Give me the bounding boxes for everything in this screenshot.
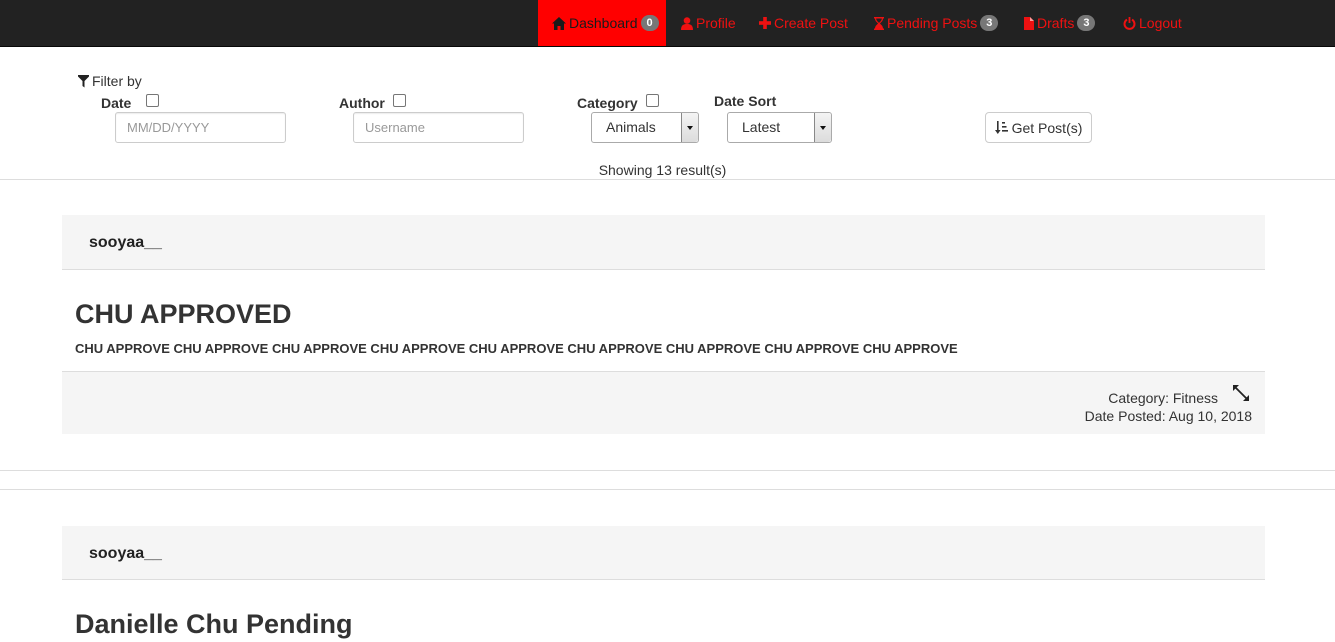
user-icon <box>681 16 693 30</box>
nav-pending-posts-label: Pending Posts <box>887 15 978 31</box>
post-date: Date Posted: Aug 10, 2018 <box>1084 408 1252 424</box>
category-filter-label: Category <box>577 95 638 111</box>
power-icon <box>1123 16 1136 30</box>
nav-dashboard-label: Dashboard <box>569 15 638 31</box>
get-posts-button[interactable]: Get Post(s) <box>985 112 1092 143</box>
chevron-down-icon <box>681 113 698 142</box>
divider <box>0 179 1335 180</box>
post-title: CHU APPROVED <box>75 299 292 329</box>
expand-icon[interactable] <box>1232 384 1250 405</box>
nav-create-post-label: Create Post <box>774 15 848 31</box>
date-filter-checkbox[interactable] <box>146 94 159 107</box>
top-navbar: Dashboard 0 Profile Create Post Pending … <box>0 0 1335 47</box>
date-filter-label: Date <box>101 95 132 111</box>
file-icon <box>1024 16 1034 30</box>
category-select[interactable]: Animals <box>591 112 699 143</box>
author-filter-checkbox[interactable] <box>393 94 406 107</box>
pending-posts-count-badge: 3 <box>980 15 999 31</box>
post-title: Danielle Chu Pending <box>75 609 353 639</box>
filter-heading-label: Filter by <box>92 73 142 89</box>
results-count: Showing 13 result(s) <box>598 162 727 178</box>
author-input[interactable] <box>353 112 524 143</box>
dashboard-count-badge: 0 <box>640 15 659 31</box>
nav-logout-label: Logout <box>1139 15 1182 31</box>
date-sort-label: Date Sort <box>714 93 777 109</box>
sort-amount-icon <box>994 121 1008 134</box>
post-category: Category: Fitness <box>1108 390 1218 406</box>
nav-profile-label: Profile <box>696 15 736 31</box>
get-posts-label: Get Post(s) <box>1011 119 1083 136</box>
nav-pending-posts[interactable]: Pending Posts 3 <box>874 0 999 46</box>
divider <box>0 489 1335 490</box>
nav-create-post[interactable]: Create Post <box>759 0 848 46</box>
date-sort-select-value: Latest <box>742 119 781 135</box>
plus-icon <box>759 17 771 29</box>
post-header: sooyaa__ <box>62 526 1265 580</box>
nav-dashboard[interactable]: Dashboard 0 <box>538 0 666 46</box>
home-icon <box>552 16 566 30</box>
post-body: CHU APPROVE CHU APPROVE CHU APPROVE CHU … <box>75 341 958 356</box>
date-input[interactable] <box>115 112 286 143</box>
post-author[interactable]: sooyaa__ <box>89 545 162 563</box>
date-sort-select[interactable]: Latest <box>727 112 832 143</box>
nav-profile[interactable]: Profile <box>681 0 736 46</box>
chevron-down-icon <box>814 113 831 142</box>
category-filter-checkbox[interactable] <box>646 94 659 107</box>
post-header: sooyaa__ <box>62 215 1265 270</box>
nav-logout[interactable]: Logout <box>1123 0 1182 46</box>
drafts-count-badge: 3 <box>1077 15 1096 31</box>
author-filter-label: Author <box>339 95 385 111</box>
category-select-value: Animals <box>606 119 656 135</box>
nav-drafts[interactable]: Drafts 3 <box>1024 0 1096 46</box>
filter-icon <box>78 74 89 88</box>
hourglass-icon <box>874 16 884 30</box>
post-footer: Category: Fitness Date Posted: Aug 10, 2… <box>62 371 1265 434</box>
divider <box>0 470 1335 471</box>
nav-drafts-label: Drafts <box>1037 15 1075 31</box>
post-author[interactable]: sooyaa__ <box>89 234 162 252</box>
filter-heading: Filter by <box>78 73 142 89</box>
